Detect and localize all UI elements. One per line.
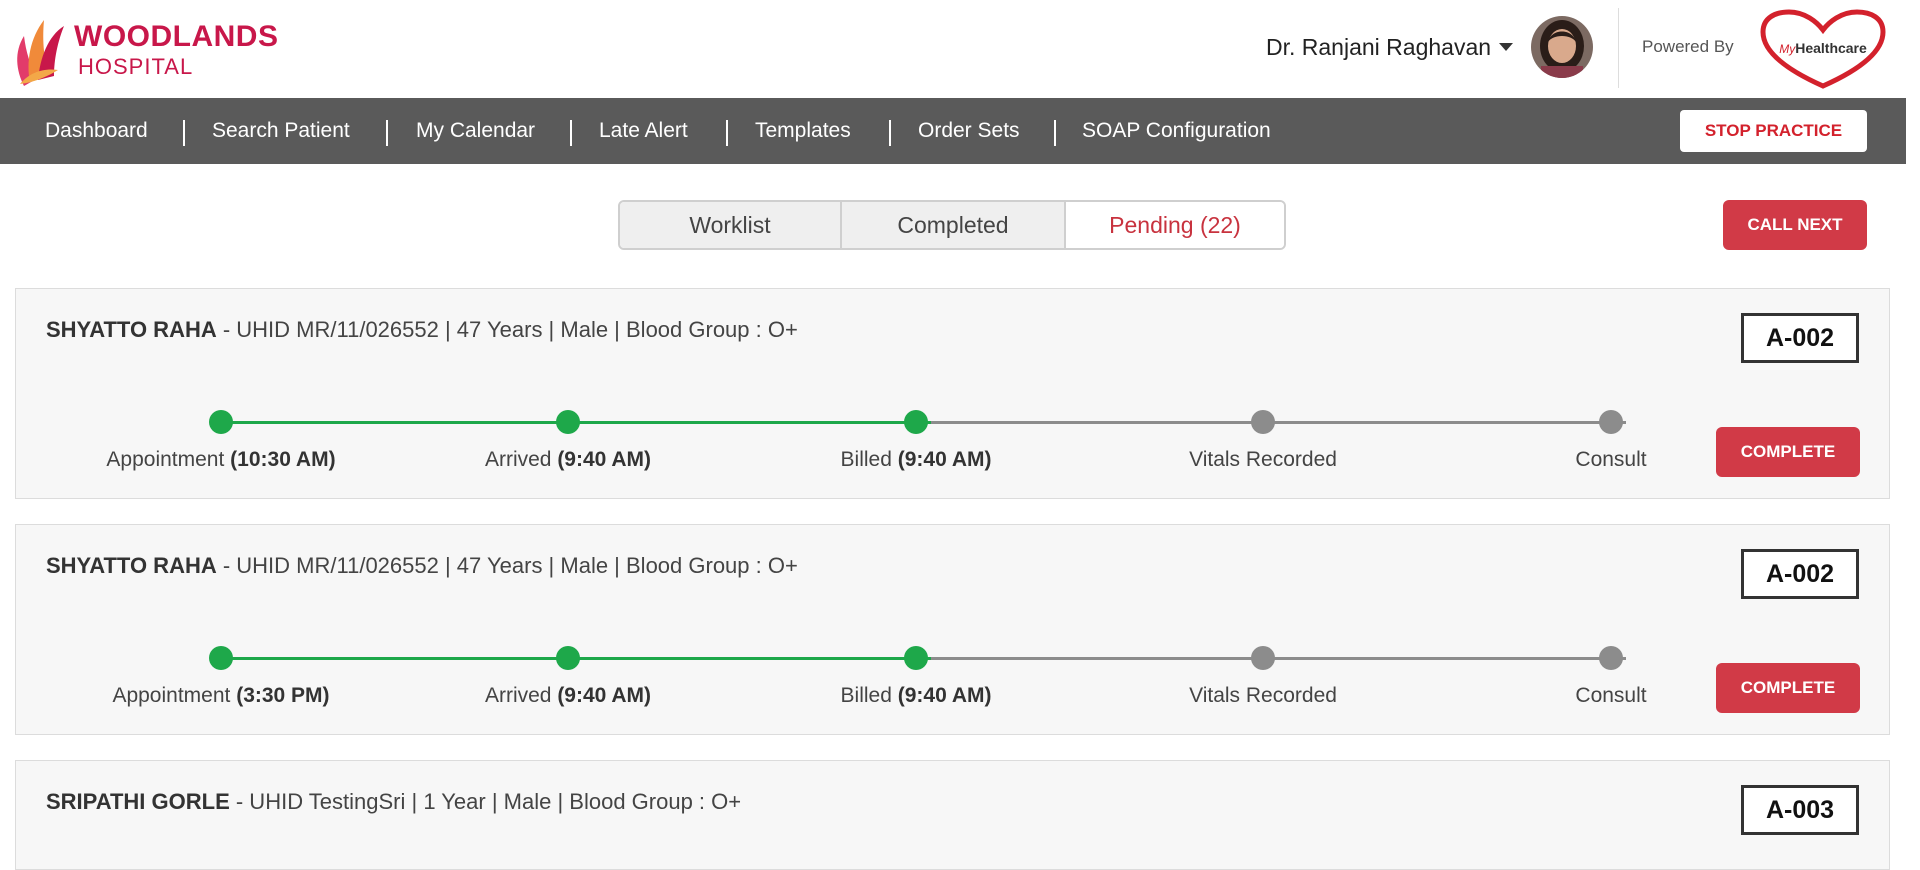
nav-separator: [183, 120, 185, 146]
chevron-down-icon[interactable]: [1499, 43, 1514, 51]
nav-item-search-patient[interactable]: Search Patient: [212, 98, 350, 164]
step-label-arrived: Arrived (9:40 AM): [484, 448, 652, 471]
powered-by-label: Powered By: [1642, 37, 1734, 56]
app-header: WOODLANDS HOSPITAL Dr. Ranjani Raghavan …: [0, 0, 1906, 98]
step-dot-billed: [904, 646, 928, 670]
logo-subtitle: HOSPITAL: [78, 54, 194, 79]
logo-title: WOODLANDS: [74, 20, 279, 53]
step-label-appointment: Appointment (3:30 PM): [112, 684, 330, 707]
patient-name: SHYATTO RAHA: [46, 553, 217, 578]
step-dot-vitals: [1251, 646, 1275, 670]
patient-info: SHYATTO RAHA - UHID MR/11/026552 | 47 Ye…: [46, 317, 798, 343]
brand-name: MyHealthcare: [1779, 40, 1867, 56]
step-label-billed: Billed (9:40 AM): [840, 684, 992, 707]
nav-item-dashboard[interactable]: Dashboard: [45, 98, 148, 164]
step-label-billed: Billed (9:40 AM): [840, 448, 992, 471]
complete-button[interactable]: COMPLETE: [1716, 663, 1860, 713]
step-label-vitals: Vitals Recorded: [1189, 448, 1337, 471]
token-number: A-002: [1741, 313, 1859, 363]
patient-card: SRIPATHI GORLE - UHID TestingSri | 1 Yea…: [15, 760, 1890, 870]
patient-card: SHYATTO RAHA - UHID MR/11/026552 | 47 Ye…: [15, 524, 1890, 735]
patient-name: SHYATTO RAHA: [46, 317, 217, 342]
patient-info: SHYATTO RAHA - UHID MR/11/026552 | 47 Ye…: [46, 553, 798, 579]
patient-details: - UHID MR/11/026552 | 47 Years | Male | …: [216, 553, 798, 578]
myhealthcare-logo[interactable]: MyHealthcare: [1757, 8, 1889, 90]
step-dot-arrived: [556, 410, 580, 434]
token-number: A-003: [1741, 785, 1859, 835]
worklist-tabs: Worklist Completed Pending (22): [618, 200, 1286, 250]
step-dot-consult: [1599, 646, 1623, 670]
step-dot-vitals: [1251, 410, 1275, 434]
step-label-arrived: Arrived (9:40 AM): [484, 684, 652, 707]
patient-name: SRIPATHI GORLE: [46, 789, 230, 814]
step-label-vitals: Vitals Recorded: [1189, 684, 1337, 707]
progress-track-pending: [931, 421, 1626, 424]
token-number: A-002: [1741, 549, 1859, 599]
nav-separator: [386, 120, 388, 146]
user-avatar-icon: [1531, 16, 1594, 78]
user-name[interactable]: Dr. Ranjani Raghavan: [1266, 34, 1491, 61]
nav-separator: [570, 120, 572, 146]
nav-item-soap-configuration[interactable]: SOAP Configuration: [1082, 98, 1271, 164]
nav-separator: [726, 120, 728, 146]
step-label-consult: Consult: [1575, 684, 1647, 707]
tab-worklist[interactable]: Worklist: [620, 202, 840, 248]
nav-item-my-calendar[interactable]: My Calendar: [416, 98, 535, 164]
step-dot-consult: [1599, 410, 1623, 434]
step-label-consult: Consult: [1575, 448, 1647, 471]
patient-details: - UHID TestingSri | 1 Year | Male | Bloo…: [229, 789, 742, 814]
progress-track-pending: [931, 657, 1626, 660]
call-next-button[interactable]: CALL NEXT: [1723, 200, 1867, 250]
patient-details: - UHID MR/11/026552 | 47 Years | Male | …: [216, 317, 798, 342]
nav-separator: [1054, 120, 1056, 146]
hospital-logo[interactable]: WOODLANDS HOSPITAL: [14, 12, 278, 88]
complete-button[interactable]: COMPLETE: [1716, 427, 1860, 477]
leaf-logo-icon: [17, 20, 64, 86]
tab-pending[interactable]: Pending (22): [1064, 202, 1284, 248]
stop-practice-button[interactable]: STOP PRACTICE: [1680, 110, 1867, 152]
nav-item-templates[interactable]: Templates: [755, 98, 851, 164]
user-menu[interactable]: Dr. Ranjani Raghavan: [1266, 16, 1594, 78]
step-dot-arrived: [556, 646, 580, 670]
tab-completed[interactable]: Completed: [840, 202, 1064, 248]
header-divider: [1618, 8, 1619, 88]
step-dot-appointment: [209, 646, 233, 670]
patient-card: SHYATTO RAHA - UHID MR/11/026552 | 47 Ye…: [15, 288, 1890, 499]
avatar[interactable]: [1531, 16, 1594, 78]
step-dot-appointment: [209, 410, 233, 434]
patient-info: SRIPATHI GORLE - UHID TestingSri | 1 Yea…: [46, 789, 741, 815]
main-nav: Dashboard Search Patient My Calendar Lat…: [0, 98, 1906, 164]
step-dot-billed: [904, 410, 928, 434]
step-label-appointment: Appointment (10:30 AM): [106, 448, 336, 471]
nav-separator: [889, 120, 891, 146]
nav-item-order-sets[interactable]: Order Sets: [918, 98, 1020, 164]
nav-item-late-alert[interactable]: Late Alert: [599, 98, 688, 164]
